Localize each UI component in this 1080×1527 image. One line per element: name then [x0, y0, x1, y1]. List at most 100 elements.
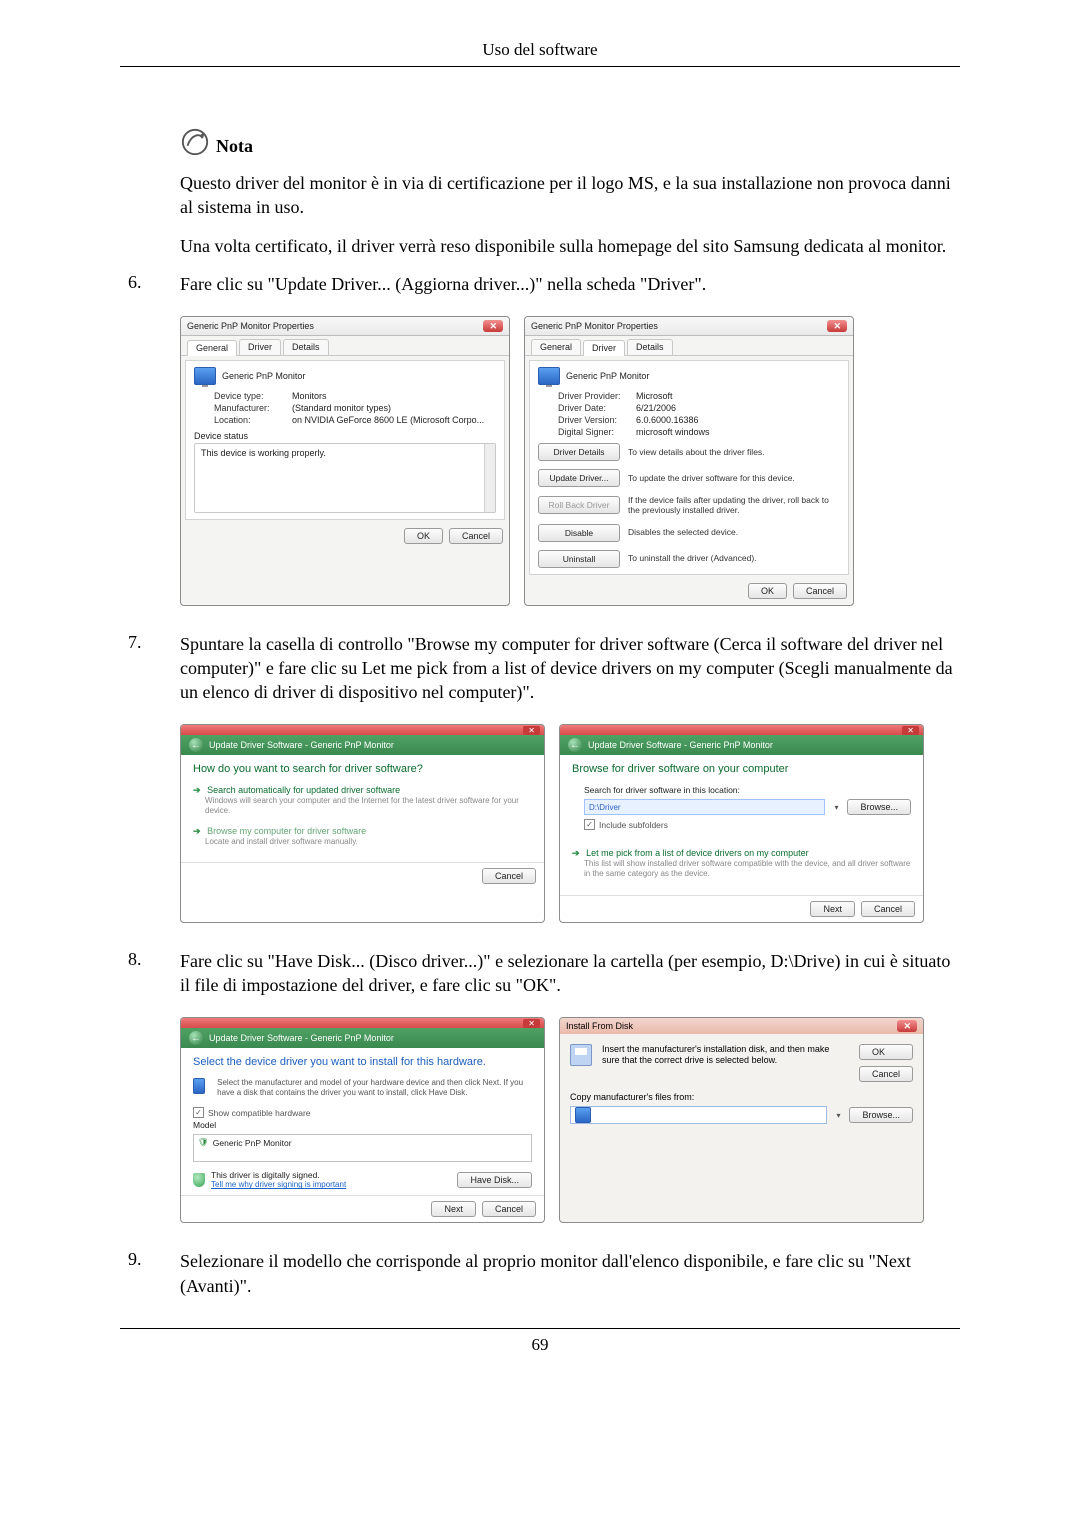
include-subfolders-label: Include subfolders — [599, 820, 668, 830]
close-icon[interactable]: ✕ — [523, 726, 540, 735]
back-icon[interactable]: ← — [189, 738, 203, 752]
floppy-icon — [570, 1044, 592, 1066]
disable-button[interactable]: Disable — [538, 524, 620, 542]
ok-button[interactable]: OK — [404, 528, 443, 544]
dialog-title: Install From Disk — [566, 1021, 633, 1031]
close-icon[interactable]: ✕ — [827, 320, 847, 332]
step-8-text: Fare clic su "Have Disk... (Disco driver… — [180, 949, 960, 998]
option-title: Browse my computer for driver software — [207, 826, 366, 836]
cancel-button[interactable]: Cancel — [859, 1066, 913, 1082]
device-name: Generic PnP Monitor — [566, 371, 649, 381]
digital-signer-label: Digital Signer: — [558, 427, 636, 437]
wizard-search-method: ✕ ← Update Driver Software - Generic PnP… — [180, 724, 545, 922]
properties-dialog-general: Generic PnP Monitor Properties ✕ General… — [180, 316, 510, 605]
device-status-text: This device is working properly. — [201, 448, 326, 458]
digital-signer-value: microsoft windows — [636, 427, 840, 437]
rollback-driver-desc: If the device fails after updating the d… — [628, 495, 840, 515]
device-type-label: Device type: — [214, 391, 292, 401]
driver-provider-value: Microsoft — [636, 391, 840, 401]
arrow-icon: ➔ — [193, 826, 201, 836]
arrow-icon: ➔ — [193, 785, 201, 795]
dialog-title: Generic PnP Monitor Properties — [187, 321, 314, 331]
option-let-me-pick[interactable]: ➔ Let me pick from a list of device driv… — [572, 848, 911, 878]
device-status-label: Device status — [194, 431, 496, 441]
shield-icon — [193, 1173, 205, 1187]
cancel-button[interactable]: Cancel — [793, 583, 847, 599]
show-compatible-label: Show compatible hardware — [208, 1108, 311, 1118]
device-type-value: Monitors — [292, 391, 496, 401]
include-subfolders-checkbox[interactable]: ✓ — [584, 819, 595, 830]
wizard-breadcrumb: Update Driver Software - Generic PnP Mon… — [209, 1033, 394, 1043]
driver-version-label: Driver Version: — [558, 415, 636, 425]
ok-button[interactable]: OK — [748, 583, 787, 599]
uninstall-desc: To uninstall the driver (Advanced). — [628, 553, 840, 563]
model-label: Model — [193, 1120, 532, 1130]
wizard-title: Browse for driver software on your compu… — [572, 763, 911, 775]
wizard-desc: Select the manufacturer and model of you… — [217, 1078, 532, 1097]
copy-from-input[interactable] — [570, 1106, 827, 1124]
footer-rule — [120, 1328, 960, 1329]
browse-button[interactable]: Browse... — [849, 1107, 913, 1123]
driver-details-button[interactable]: Driver Details — [538, 443, 620, 461]
rollback-driver-button[interactable]: Roll Back Driver — [538, 496, 620, 514]
driver-details-desc: To view details about the driver files. — [628, 447, 840, 457]
update-driver-desc: To update the driver software for this d… — [628, 473, 840, 483]
close-icon[interactable]: ✕ — [902, 726, 919, 735]
cancel-button[interactable]: Cancel — [449, 528, 503, 544]
next-button[interactable]: Next — [810, 901, 855, 917]
next-button[interactable]: Next — [431, 1201, 476, 1217]
browse-button[interactable]: Browse... — [847, 799, 911, 815]
wizard-breadcrumb: Update Driver Software - Generic PnP Mon… — [588, 740, 773, 750]
update-driver-button[interactable]: Update Driver... — [538, 469, 620, 487]
tab-details[interactable]: Details — [627, 339, 673, 355]
option-title: Search automatically for updated driver … — [207, 785, 400, 795]
scrollbar[interactable] — [484, 444, 495, 512]
chevron-down-icon[interactable]: ▾ — [831, 803, 841, 812]
device-status-box: This device is working properly. — [194, 443, 496, 513]
page-number: 69 — [120, 1335, 960, 1355]
have-disk-button[interactable]: Have Disk... — [457, 1172, 532, 1188]
dialog-title: Generic PnP Monitor Properties — [531, 321, 658, 331]
wizard-browse: ✕ ← Update Driver Software - Generic PnP… — [559, 724, 924, 922]
tab-driver[interactable]: Driver — [583, 340, 625, 356]
wizard-breadcrumb: Update Driver Software - Generic PnP Mon… — [209, 740, 394, 750]
ok-button[interactable]: OK — [859, 1044, 913, 1060]
path-input[interactable]: D:\Driver — [584, 799, 825, 815]
model-list[interactable]: 🛡 Generic PnP Monitor — [193, 1134, 532, 1162]
tab-general[interactable]: General — [531, 339, 581, 355]
header-rule — [120, 66, 960, 67]
step-7-text: Spuntare la casella di controllo "Browse… — [180, 632, 960, 705]
location-value: on NVIDIA GeForce 8600 LE (Microsoft Cor… — [292, 415, 496, 425]
option-desc: Locate and install driver software manua… — [205, 837, 532, 847]
install-from-disk-dialog: Install From Disk ✕ Insert the manufactu… — [559, 1017, 924, 1223]
close-icon[interactable]: ✕ — [523, 1019, 540, 1028]
driver-date-value: 6/21/2006 — [636, 403, 840, 413]
shield-icon: 🛡 — [198, 1137, 209, 1148]
close-icon[interactable]: ✕ — [897, 1020, 917, 1032]
copy-from-label: Copy manufacturer's files from: — [570, 1092, 913, 1102]
back-icon[interactable]: ← — [568, 738, 582, 752]
tab-details[interactable]: Details — [283, 339, 329, 355]
tab-driver[interactable]: Driver — [239, 339, 281, 355]
cancel-button[interactable]: Cancel — [482, 1201, 536, 1217]
chevron-down-icon[interactable]: ▾ — [833, 1111, 843, 1120]
close-icon[interactable]: ✕ — [483, 320, 503, 332]
manufacturer-label: Manufacturer: — [214, 403, 292, 413]
cancel-button[interactable]: Cancel — [861, 901, 915, 917]
cancel-button[interactable]: Cancel — [482, 868, 536, 884]
option-desc: Windows will search your computer and th… — [205, 796, 532, 815]
step-7-number: 7. — [120, 632, 180, 705]
signing-info-link[interactable]: Tell me why driver signing is important — [211, 1180, 346, 1189]
back-icon[interactable]: ← — [189, 1031, 203, 1045]
note-icon — [180, 127, 210, 157]
option-browse-computer[interactable]: ➔ Browse my computer for driver software… — [193, 826, 532, 847]
monitor-icon — [538, 367, 560, 385]
show-compatible-checkbox[interactable]: ✓ — [193, 1107, 204, 1118]
disable-desc: Disables the selected device. — [628, 527, 840, 537]
uninstall-button[interactable]: Uninstall — [538, 550, 620, 568]
path-value: D:\Driver — [589, 803, 621, 812]
device-name: Generic PnP Monitor — [222, 371, 305, 381]
tab-general[interactable]: General — [187, 340, 237, 356]
wizard-select-driver: ✕ ← Update Driver Software - Generic PnP… — [180, 1017, 545, 1223]
option-auto-search[interactable]: ➔ Search automatically for updated drive… — [193, 785, 532, 815]
